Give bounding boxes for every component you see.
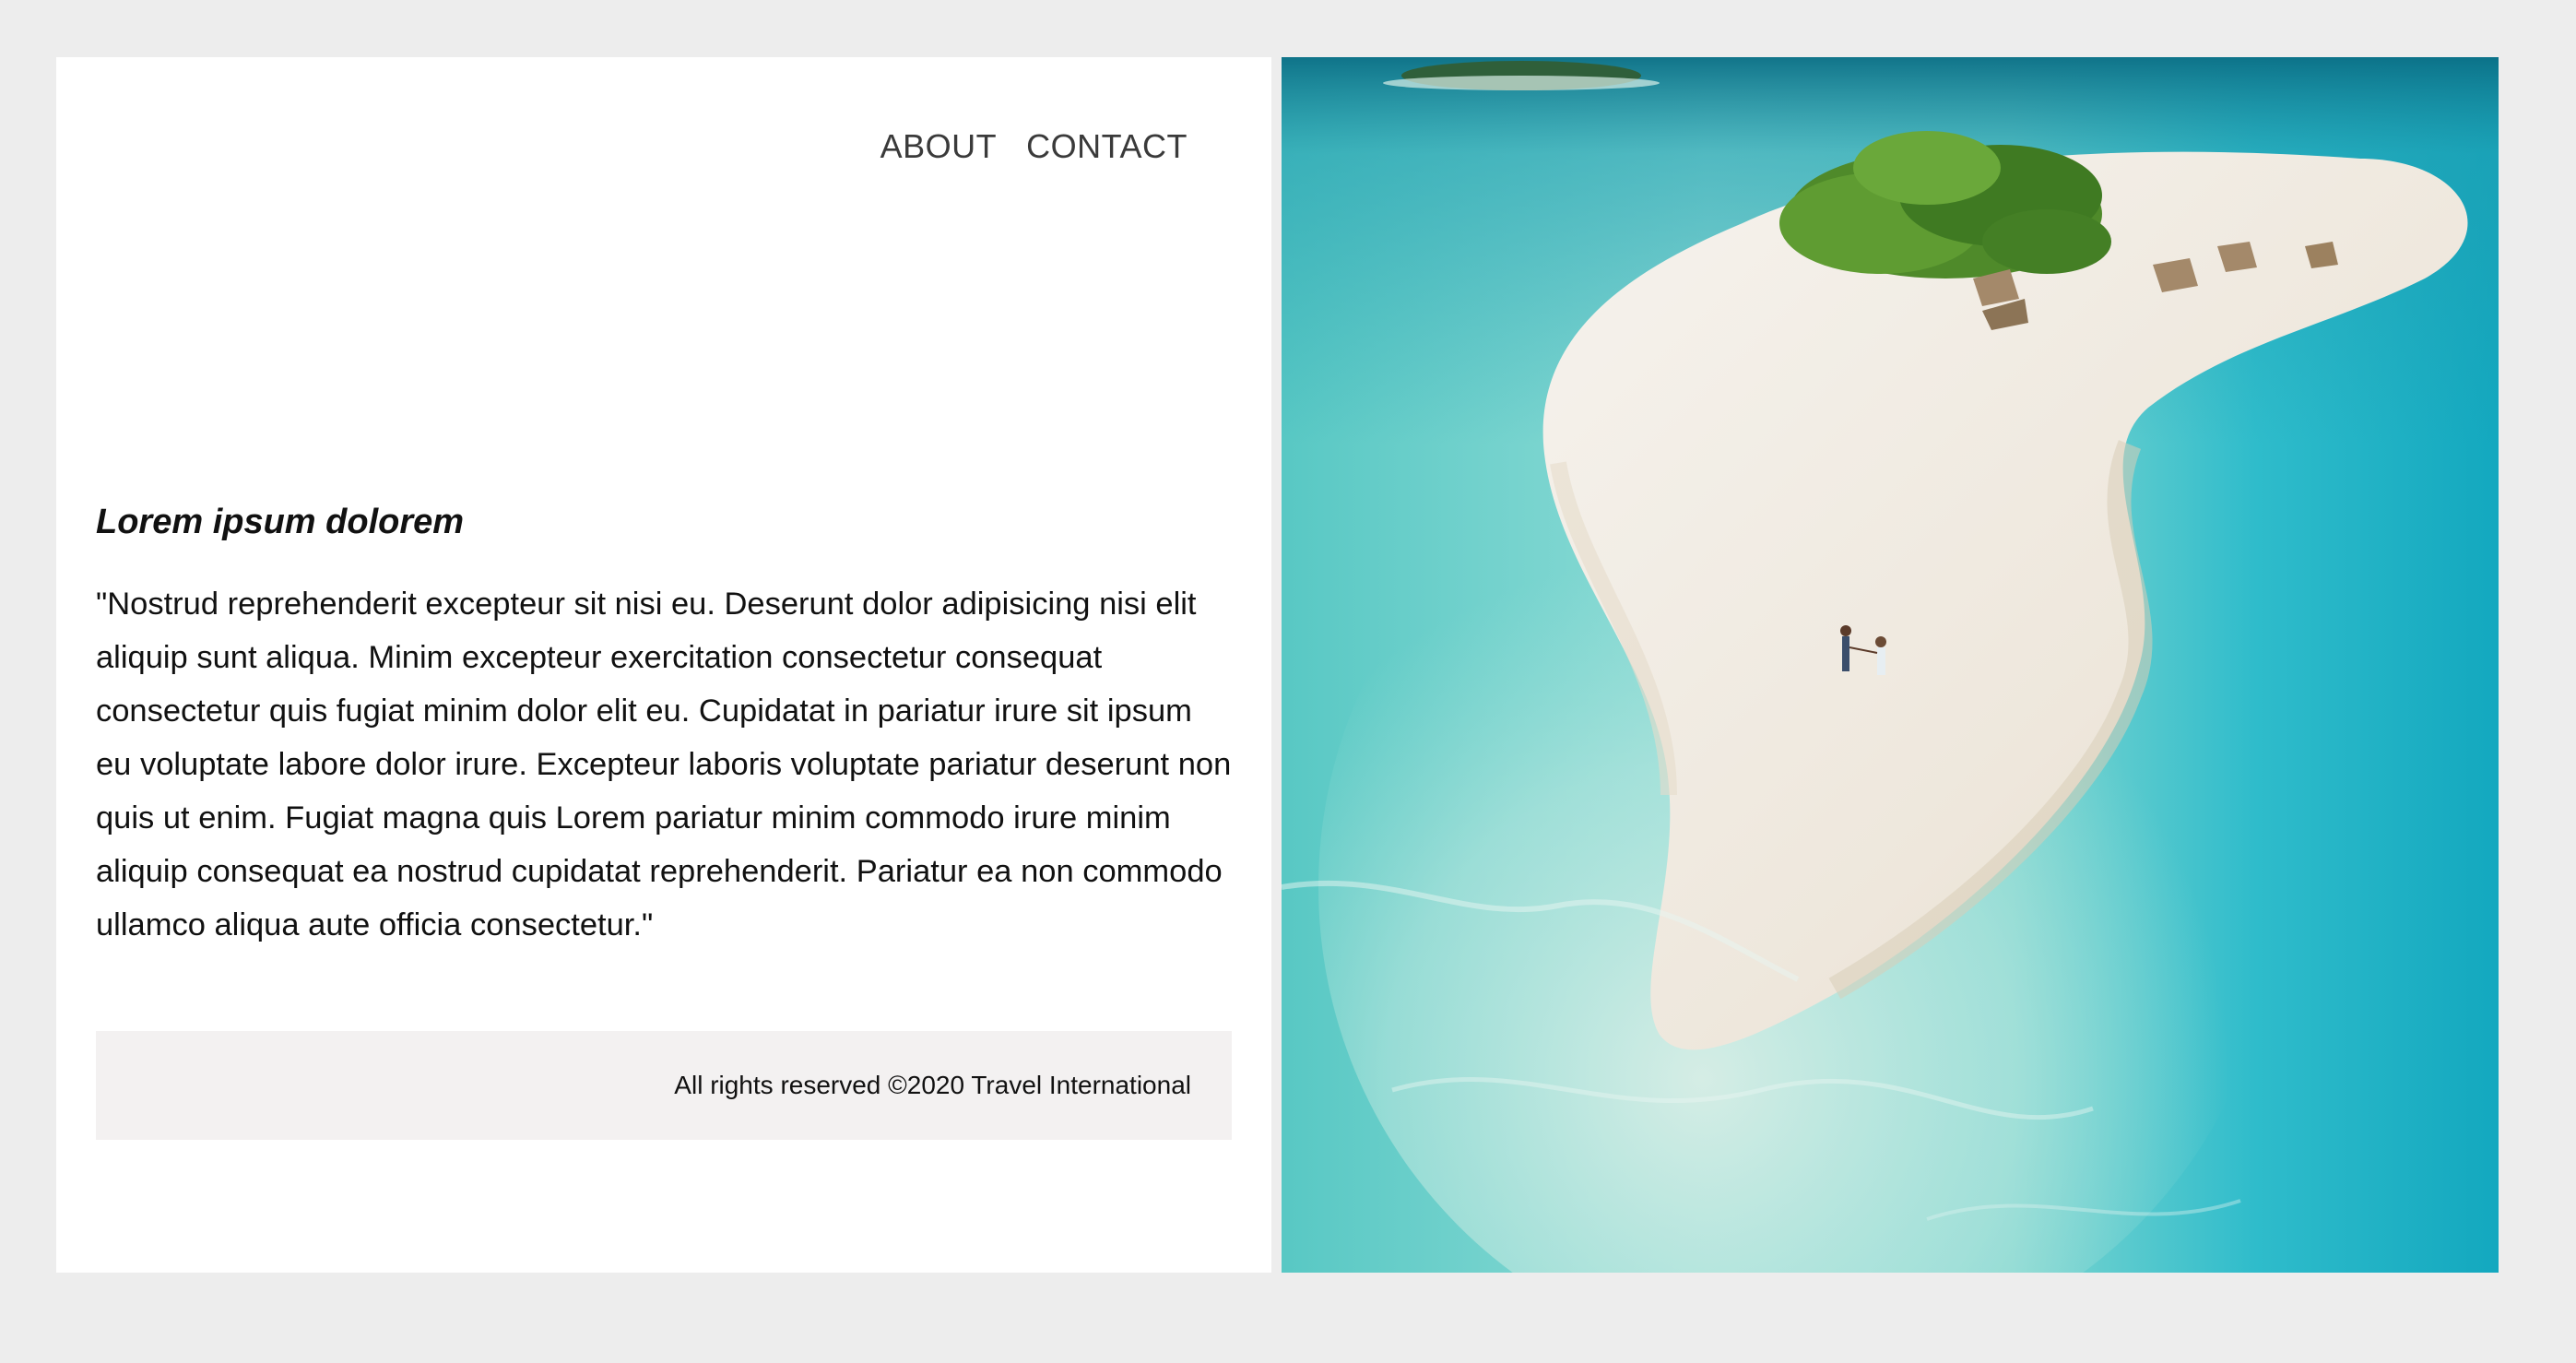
island-illustration bbox=[1282, 57, 2499, 1273]
footer-bar: All rights reserved ©2020 Travel Interna… bbox=[96, 1031, 1232, 1140]
page-heading: Lorem ipsum dolorem bbox=[96, 503, 465, 541]
beach-island-photo bbox=[1282, 57, 2499, 1273]
copyright-text: All rights reserved ©2020 Travel Interna… bbox=[674, 1071, 1191, 1099]
content-card: ABOUT CONTACT Lorem ipsum dolorem "Nostr… bbox=[56, 57, 1271, 1273]
nav-contact-link[interactable]: CONTACT bbox=[1026, 127, 1188, 166]
nav-about-link[interactable]: ABOUT bbox=[880, 127, 998, 166]
intro-paragraph: "Nostrud reprehenderit excepteur sit nis… bbox=[96, 587, 1232, 942]
main-content: Lorem ipsum dolorem "Nostrud reprehender… bbox=[96, 503, 1235, 952]
page: ABOUT CONTACT Lorem ipsum dolorem "Nostr… bbox=[0, 0, 2576, 1363]
top-nav: ABOUT CONTACT bbox=[880, 127, 1188, 166]
